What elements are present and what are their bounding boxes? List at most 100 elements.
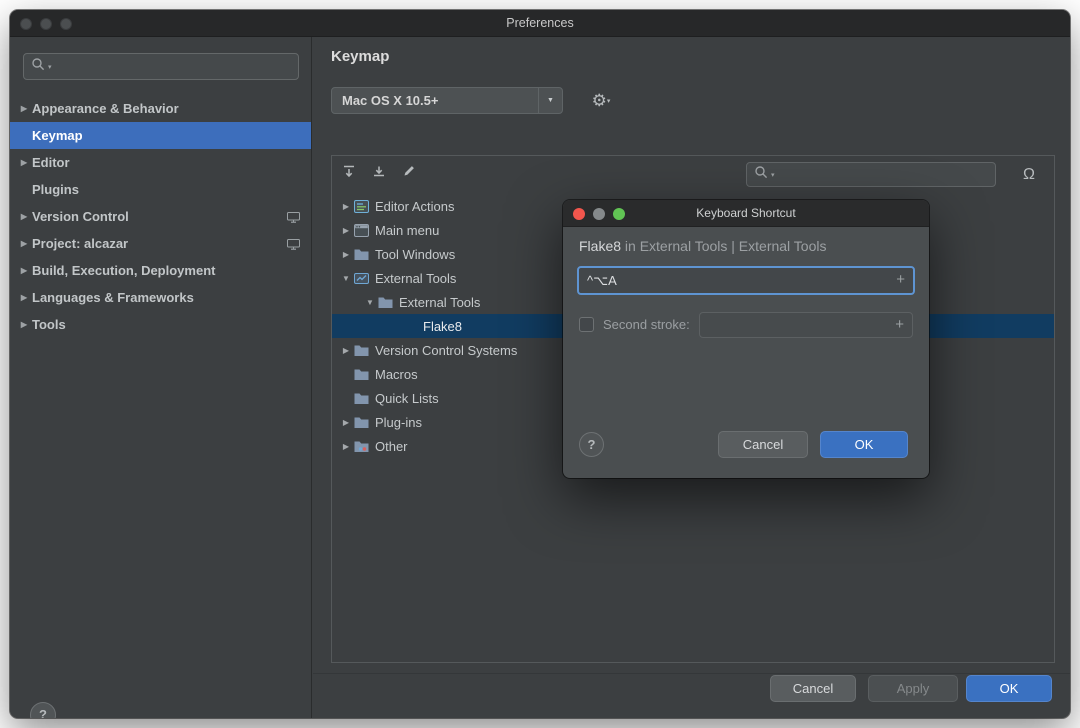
zoom-icon[interactable] [60,18,72,30]
folder-icon [354,368,375,381]
collapse-all-button[interactable] [366,161,392,185]
expand-all-button[interactable] [336,161,362,185]
sidebar-item-label: Plugins [32,182,79,197]
second-stroke-checkbox[interactable] [579,317,594,332]
folder-icon [354,248,375,261]
chevron-down-icon[interactable]: ▼ [338,274,354,283]
search-options-caret-icon[interactable]: ▾ [771,171,775,179]
preferences-window: Preferences ▾ ▶ Appearance & Behavior Keym… [10,10,1070,718]
chevron-down-icon[interactable]: ▼ [362,298,378,307]
chevron-right-icon[interactable]: ▶ [10,158,32,167]
search-icon [31,57,46,76]
keymap-scheme-select[interactable]: Mac OS X 10.5+ ▼ [331,87,563,114]
settings-sidebar: ▾ ▶ Appearance & Behavior Keymap ▶ Editor Plu… [10,37,312,718]
sidebar-item-plugins[interactable]: Plugins [10,176,311,203]
shared-settings-icon [287,238,300,253]
add-stroke-icon[interactable]: + [896,268,905,292]
find-actions-by-shortcut-button[interactable]: Ω [1014,162,1044,187]
sidebar-item-version-control[interactable]: ▶ Version Control [10,203,311,230]
chevron-right-icon[interactable]: ▶ [338,346,354,355]
tree-item-label: Macros [375,366,418,382]
apply-button[interactable]: Apply [868,675,958,702]
first-stroke-input[interactable]: ^⌥A + [577,266,915,295]
first-stroke-value: ^⌥A [587,273,617,288]
sidebar-item-label: Languages & Frameworks [32,290,194,305]
chevron-right-icon[interactable]: ▶ [10,212,32,221]
action-context: in External Tools | External Tools [621,238,827,254]
close-icon[interactable] [20,18,32,30]
minimize-icon[interactable] [40,18,52,30]
add-second-stroke-icon[interactable]: + [895,313,904,337]
dialog-titlebar[interactable]: Keyboard Shortcut [563,200,929,227]
action-name: Flake8 [579,238,622,254]
chevron-right-icon[interactable]: ▶ [10,320,32,329]
edit-shortcut-button[interactable] [396,161,422,185]
tree-item-label: External Tools [399,294,481,310]
folder-icon [354,416,375,429]
keyboard-shortcut-dialog: Keyboard Shortcut Flake8 in External Too… [563,200,929,478]
settings-search-input[interactable]: ▾ [23,53,299,80]
tree-item-label: Main menu [375,222,440,238]
search-options-caret-icon[interactable]: ▾ [48,63,52,71]
second-stroke-input[interactable]: + [699,312,913,338]
chevron-right-icon[interactable]: ▶ [338,250,354,259]
settings-category-list: ▶ Appearance & Behavior Keymap ▶ Editor Plugi… [10,95,311,338]
sidebar-item-appearance-behavior[interactable]: ▶ Appearance & Behavior [10,95,311,122]
chevron-down-icon: ▼ [538,88,562,113]
sidebar-item-label: Editor [32,155,70,170]
sidebar-item-label: Tools [32,317,66,332]
preferences-titlebar[interactable]: Preferences [10,10,1070,37]
sidebar-item-keymap[interactable]: Keymap [10,122,311,149]
dialog-ok-button[interactable]: OK [820,431,908,458]
keymap-gear-button[interactable]: ⚙▾ [585,87,617,114]
chevron-right-icon[interactable]: ▶ [10,104,32,113]
tree-item-label: Quick Lists [375,390,439,406]
sidebar-item-languages-frameworks[interactable]: ▶ Languages & Frameworks [10,284,311,311]
folder-icon [378,296,399,309]
chevron-right-icon[interactable]: ▶ [10,293,32,302]
screen: Preferences ▾ ▶ Appearance & Behavior Keym… [0,0,1080,728]
window-title: Preferences [506,16,574,30]
dialog-help-button[interactable]: ? [579,432,604,457]
tree-item-label: Flake8 [423,318,463,334]
folder-icon [354,392,375,405]
sidebar-item-editor[interactable]: ▶ Editor [10,149,311,176]
chevron-right-icon[interactable]: ▶ [338,418,354,427]
pencil-icon [402,164,416,183]
folder-icon [354,344,375,357]
tree-item-label: Version Control Systems [375,342,518,358]
sidebar-item-label: Appearance & Behavior [32,101,179,116]
main-menu-icon [354,223,375,237]
actions-search-input[interactable]: ▾ [746,162,996,187]
page-title: Keymap [331,48,390,65]
chevron-right-icon[interactable]: ▶ [10,266,32,275]
sidebar-item-build-execution-deployment[interactable]: ▶ Build, Execution, Deployment [10,257,311,284]
cancel-button[interactable]: Cancel [770,675,856,702]
editor-actions-icon [354,199,375,213]
chevron-right-icon[interactable]: ▶ [338,226,354,235]
sidebar-item-project-alcazar[interactable]: ▶ Project: alcazar [10,230,311,257]
chevron-right-icon[interactable]: ▶ [338,442,354,451]
tree-item-label: Editor Actions [375,198,455,214]
expand-all-icon [342,164,356,183]
folder-other-icon [354,440,375,453]
tree-item-label: Other [375,438,408,454]
dialog-cancel-button[interactable]: Cancel [718,431,808,458]
sidebar-item-label: Keymap [32,128,83,143]
chevron-right-icon[interactable]: ▶ [10,239,32,248]
tree-item-label: External Tools [375,270,457,286]
zoom-icon[interactable] [613,208,625,220]
tree-item-label: Plug-ins [375,414,422,430]
help-button[interactable]: ? [30,702,56,718]
ok-button[interactable]: OK [966,675,1052,702]
minimize-icon[interactable] [593,208,605,220]
traffic-lights [20,18,72,30]
keymap-scheme-value: Mac OS X 10.5+ [342,93,439,108]
dialog-traffic-lights [573,208,625,220]
sidebar-item-tools[interactable]: ▶ Tools [10,311,311,338]
shared-settings-icon [287,211,300,226]
shortcut-subject: Flake8 in External Tools | External Tool… [579,238,826,254]
sidebar-item-label: Version Control [32,209,129,224]
chevron-right-icon[interactable]: ▶ [338,202,354,211]
close-icon[interactable] [573,208,585,220]
